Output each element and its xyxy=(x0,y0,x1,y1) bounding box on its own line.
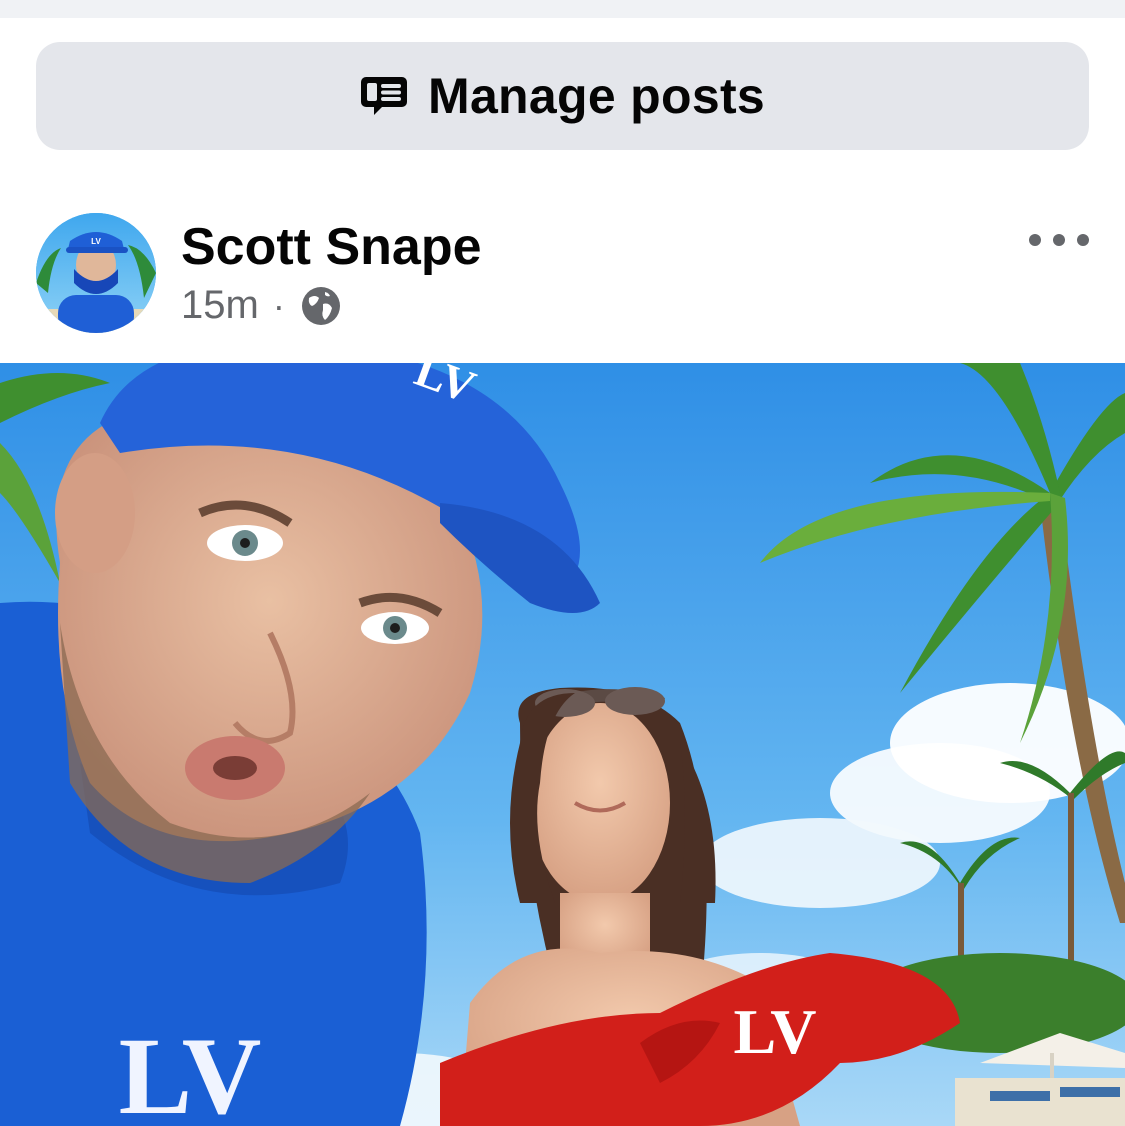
svg-text:LV: LV xyxy=(91,237,101,246)
more-dot xyxy=(1077,234,1089,246)
dress-logo-text: LV xyxy=(733,996,816,1067)
section-divider xyxy=(0,0,1125,18)
avatar[interactable]: LV xyxy=(36,213,156,333)
globe-icon[interactable] xyxy=(299,284,343,328)
facebook-profile-feed: Manage posts LV Scott Snape 15m · LV LV … xyxy=(0,0,1125,1126)
manage-posts-icon xyxy=(360,76,408,116)
more-dot xyxy=(1053,234,1065,246)
meta-separator: · xyxy=(272,284,285,326)
shirt-logo-text: LV xyxy=(119,1015,262,1126)
post-meta: 15m · xyxy=(181,283,343,328)
more-dot xyxy=(1029,234,1041,246)
manage-posts-label: Manage posts xyxy=(428,68,765,124)
manage-posts-button[interactable]: Manage posts xyxy=(36,42,1089,150)
post-timestamp[interactable]: 15m xyxy=(181,283,259,328)
more-options-button[interactable] xyxy=(1029,225,1089,255)
author-name[interactable]: Scott Snape xyxy=(181,217,482,277)
post-photo[interactable]: LV LV LV xyxy=(0,363,1125,1126)
post-header: LV Scott Snape 15m · xyxy=(0,195,1125,345)
